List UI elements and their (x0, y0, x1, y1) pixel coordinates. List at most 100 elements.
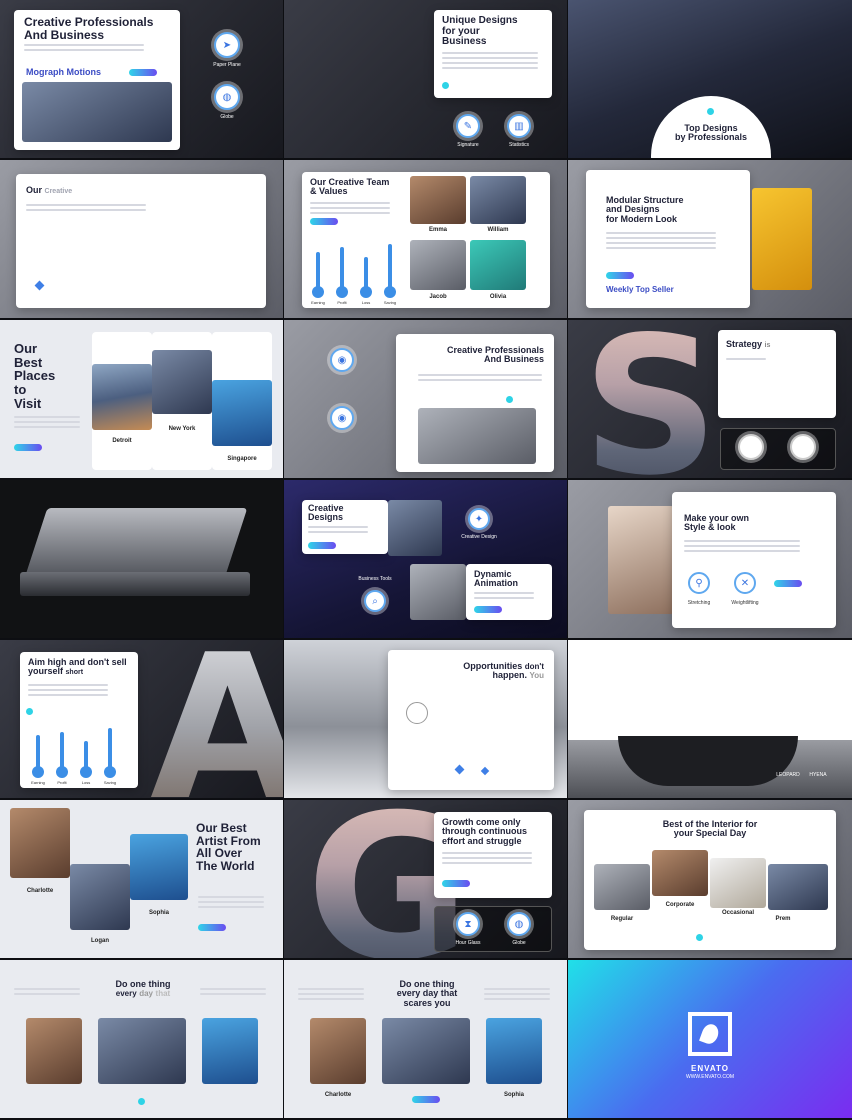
artist-photo-3 (130, 834, 188, 900)
slide-8-card: Creative Professionals And Business (396, 334, 554, 472)
slide-11-caption-2: Business Tools (358, 576, 392, 582)
room-name-1: Regular (610, 916, 634, 922)
team-name-3: Jacob (429, 294, 447, 300)
slide-15-caption-2: HYENA (809, 772, 827, 778)
place-name-3: Singapore (227, 456, 257, 462)
slide-20[interactable]: Do one thing every day that scares you Cha… (284, 960, 567, 1118)
team-photo-4 (470, 240, 526, 290)
slide-2-title: Unique Designs for your Business (442, 15, 518, 47)
bar-label-4: Saving (383, 300, 397, 305)
slide-13[interactable]: Aim high and don't sell yourself short E… (0, 640, 283, 798)
slide-17-title: Growth come only through continuous effort… (442, 817, 527, 846)
slide-6-card: Modular Structure and Designs for Modern L… (586, 170, 750, 308)
slide-9-icon-2 (790, 434, 816, 460)
slide-14-title: Opportunities don't happen. You (463, 661, 544, 681)
slide-6[interactable]: Modular Structure and Designs for Modern L… (568, 160, 852, 318)
slide-19-photo-1 (26, 1018, 82, 1084)
slide-14[interactable]: Opportunities don't happen. You (284, 640, 567, 798)
signature-icon: ✎ (456, 114, 480, 138)
slide-11[interactable]: Creative Designs ✦ Creative Design ⌕ Busi… (284, 480, 567, 638)
slide-9-card: Strategy is (718, 330, 836, 418)
slide-20-name-1: Charlotte (324, 1092, 352, 1098)
slide-4[interactable]: Our Creative (0, 160, 283, 318)
slide-5-card: Our Creative Team & Values Earning Profit L… (302, 172, 550, 308)
artist-name-2: Logan (91, 938, 109, 944)
slide-15[interactable]: LEOPARD HYENA (568, 640, 852, 798)
bar-2 (336, 247, 348, 298)
room-photo-1 (594, 864, 650, 910)
team-photo-2 (470, 176, 526, 224)
hourglass-icon: ⧗ (456, 912, 480, 936)
slide-7-title: Our Best Places to Visit (14, 341, 56, 411)
slide-19[interactable]: Do one thing every day that (0, 960, 283, 1118)
slide-9-big-letter: S (582, 320, 719, 478)
slide-8-title: Creative Professionals And Business (446, 345, 544, 365)
slide-11-title-1: Creative Designs (308, 503, 344, 523)
slide-8-photo (418, 408, 536, 464)
artist-name-3: Sophia (148, 910, 169, 916)
slide-18[interactable]: Best of the Interior for your Special Day… (568, 800, 852, 958)
slide-11-photo-2 (410, 564, 466, 620)
statistics-icon: ▥ (507, 114, 531, 138)
slide-17-caption-2: Globe (512, 940, 526, 946)
slide-11-card-2: Dynamic Animation (466, 564, 552, 620)
slide-8-icon-2: ◉ (330, 406, 354, 430)
bar-label-3: Loss (361, 300, 371, 305)
room-name-2: Corporate (665, 902, 695, 908)
slide-16[interactable]: Charlotte Logan Sophia Our Best Artist Fr… (0, 800, 283, 958)
slide-20-photo-3 (486, 1018, 542, 1084)
slide-2[interactable]: Unique Designs for your Business ✎ Signatu… (284, 0, 567, 158)
slide-9-title: Strategy is (726, 339, 771, 349)
bar-4 (104, 728, 116, 778)
bar-label-1: Earning (311, 300, 325, 305)
slide-13-card: Aim high and don't sell yourself short E… (20, 652, 138, 788)
artist-photo-2 (70, 864, 130, 930)
slide-2-caption-1: Signature (457, 142, 479, 148)
slide-17-card: Growth come only through continuous effort… (434, 812, 552, 898)
bar-1 (312, 251, 324, 299)
slide-17[interactable]: G Growth come only through continuous effo… (284, 800, 567, 958)
slide-12-caption-2: Weightlifting (731, 600, 759, 606)
envato-url[interactable]: WWW.ENVATO.COM (660, 1074, 760, 1080)
slide-20-photo-2 (382, 1018, 470, 1084)
slide-2-caption-2: Statistics (508, 142, 529, 148)
room-photo-3 (710, 858, 766, 908)
bar-4 (384, 244, 396, 298)
room-name-4: Prem (775, 916, 791, 922)
slide-8[interactable]: ◉ ◉ Creative Professionals And Business (284, 320, 567, 478)
slide-11-icon-1: ✦ (468, 508, 490, 530)
slide-13-big-letter: A (150, 640, 283, 798)
running-icon: ⚲ (688, 572, 710, 594)
place-photo-3 (212, 380, 272, 446)
slide-9[interactable]: S Strategy is (568, 320, 852, 478)
slide-4-card: Our Creative (16, 174, 266, 308)
slide-14-card: Opportunities don't happen. You (388, 650, 554, 790)
room-name-3: Occasional (721, 910, 754, 916)
slide-thumbnail-grid: Creative Professionals And Business Mogra… (0, 0, 852, 1120)
slide-1-subtitle: Mograph Motions (26, 67, 101, 77)
slide-3[interactable]: Top Designs by Professionals (568, 0, 852, 158)
slide-6-title: Modular Structure and Designs for Modern L… (606, 195, 684, 224)
slide-6-subtitle: Weekly Top Seller (606, 285, 674, 294)
team-photo-3 (410, 240, 466, 290)
artist-photo-1 (10, 808, 70, 878)
paper-plane-icon: ➤ (214, 32, 240, 58)
slide-7[interactable]: Our Best Places to Visit Detroit New York Si… (0, 320, 283, 478)
envato-leaf-icon (688, 1012, 732, 1056)
slide-1-caption-1: Paper Plane (213, 62, 241, 68)
slide-1[interactable]: Creative Professionals And Business Mogra… (0, 0, 283, 158)
bar-label-4: Saving (103, 780, 117, 785)
weightlifting-icon: ✕ (734, 572, 756, 594)
bar-label-3: Loss (81, 780, 91, 785)
slide-21-envato[interactable]: ENVATO WWW.ENVATO.COM (568, 960, 852, 1118)
team-name-4: Olivia (489, 294, 507, 300)
slide-10[interactable] (0, 480, 283, 638)
team-name-1: Emma (428, 227, 447, 233)
slide-12[interactable]: Make your own Style & look ⚲ Stretching ✕… (568, 480, 852, 638)
place-photo-2 (152, 350, 212, 414)
slide-6-photo (752, 188, 812, 290)
slide-5[interactable]: Our Creative Team & Values Earning Profit L… (284, 160, 567, 318)
slide-16-title: Our Best Artist From All Over The World (196, 821, 261, 873)
slide-12-caption-1: Stretching (687, 600, 711, 606)
bar-3 (80, 741, 92, 778)
